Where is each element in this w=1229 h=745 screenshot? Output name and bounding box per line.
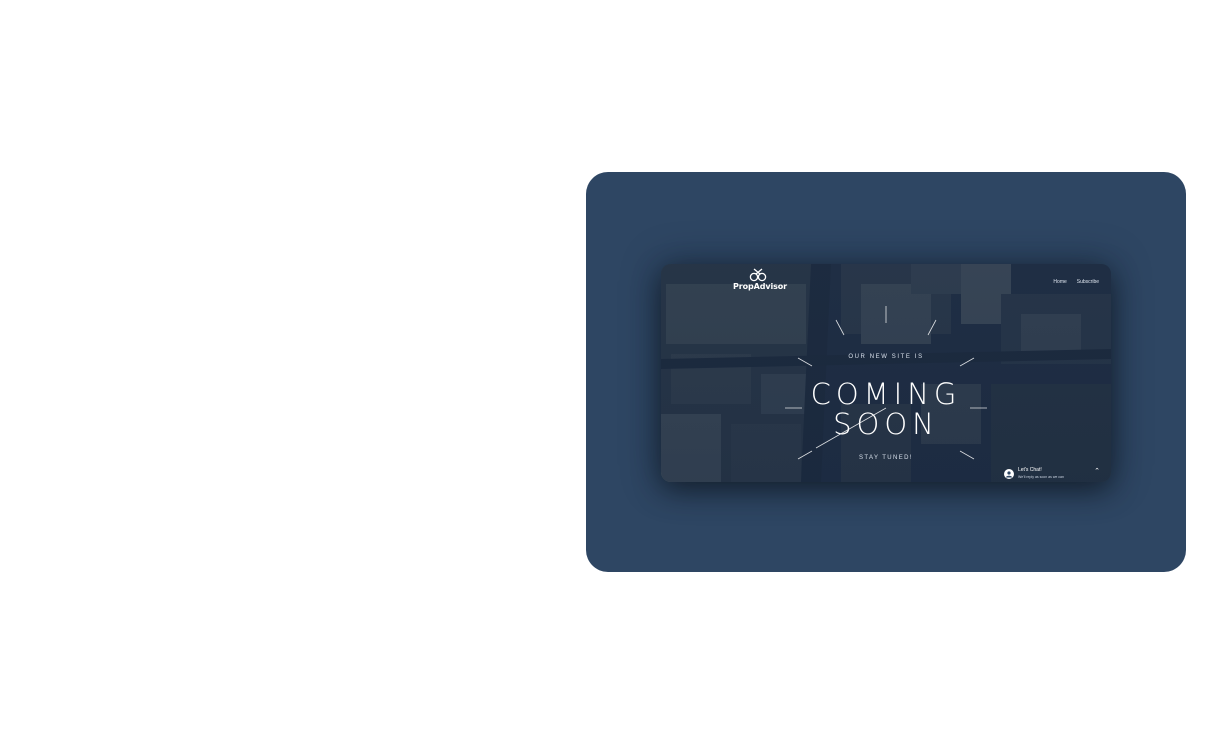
decorative-rays	[785, 306, 987, 460]
hero-tagline: STAY TUNED!	[859, 455, 913, 461]
preview-card: PropAdvisor Home Subscribe OUR NEW SITE …	[586, 172, 1186, 572]
top-nav: Home Subscribe	[1053, 279, 1099, 285]
scissors-rings-icon	[749, 268, 767, 282]
hero-headline-line2: SOON	[833, 407, 939, 441]
brand-logo[interactable]: PropAdvisor	[733, 268, 788, 291]
website-screenshot: PropAdvisor Home Subscribe OUR NEW SITE …	[661, 264, 1111, 482]
chat-subtitle: We'll reply as soon as we can	[1018, 475, 1064, 479]
hero-headline-line1: COMING	[810, 377, 962, 411]
chat-text: Let's Chat! We'll reply as soon as we ca…	[1018, 467, 1064, 481]
hero-eyebrow: OUR NEW SITE IS	[848, 354, 924, 360]
chat-widget[interactable]: Let's Chat! We'll reply as soon as we ca…	[1004, 467, 1064, 481]
chevron-up-icon[interactable]: ⌃	[1092, 467, 1102, 477]
brand-name: PropAdvisor	[733, 282, 788, 291]
nav-home-link[interactable]: Home	[1053, 279, 1066, 285]
chat-title: Let's Chat!	[1018, 467, 1042, 473]
nav-subscribe-link[interactable]: Subscribe	[1077, 279, 1099, 285]
user-avatar-icon	[1004, 469, 1014, 479]
